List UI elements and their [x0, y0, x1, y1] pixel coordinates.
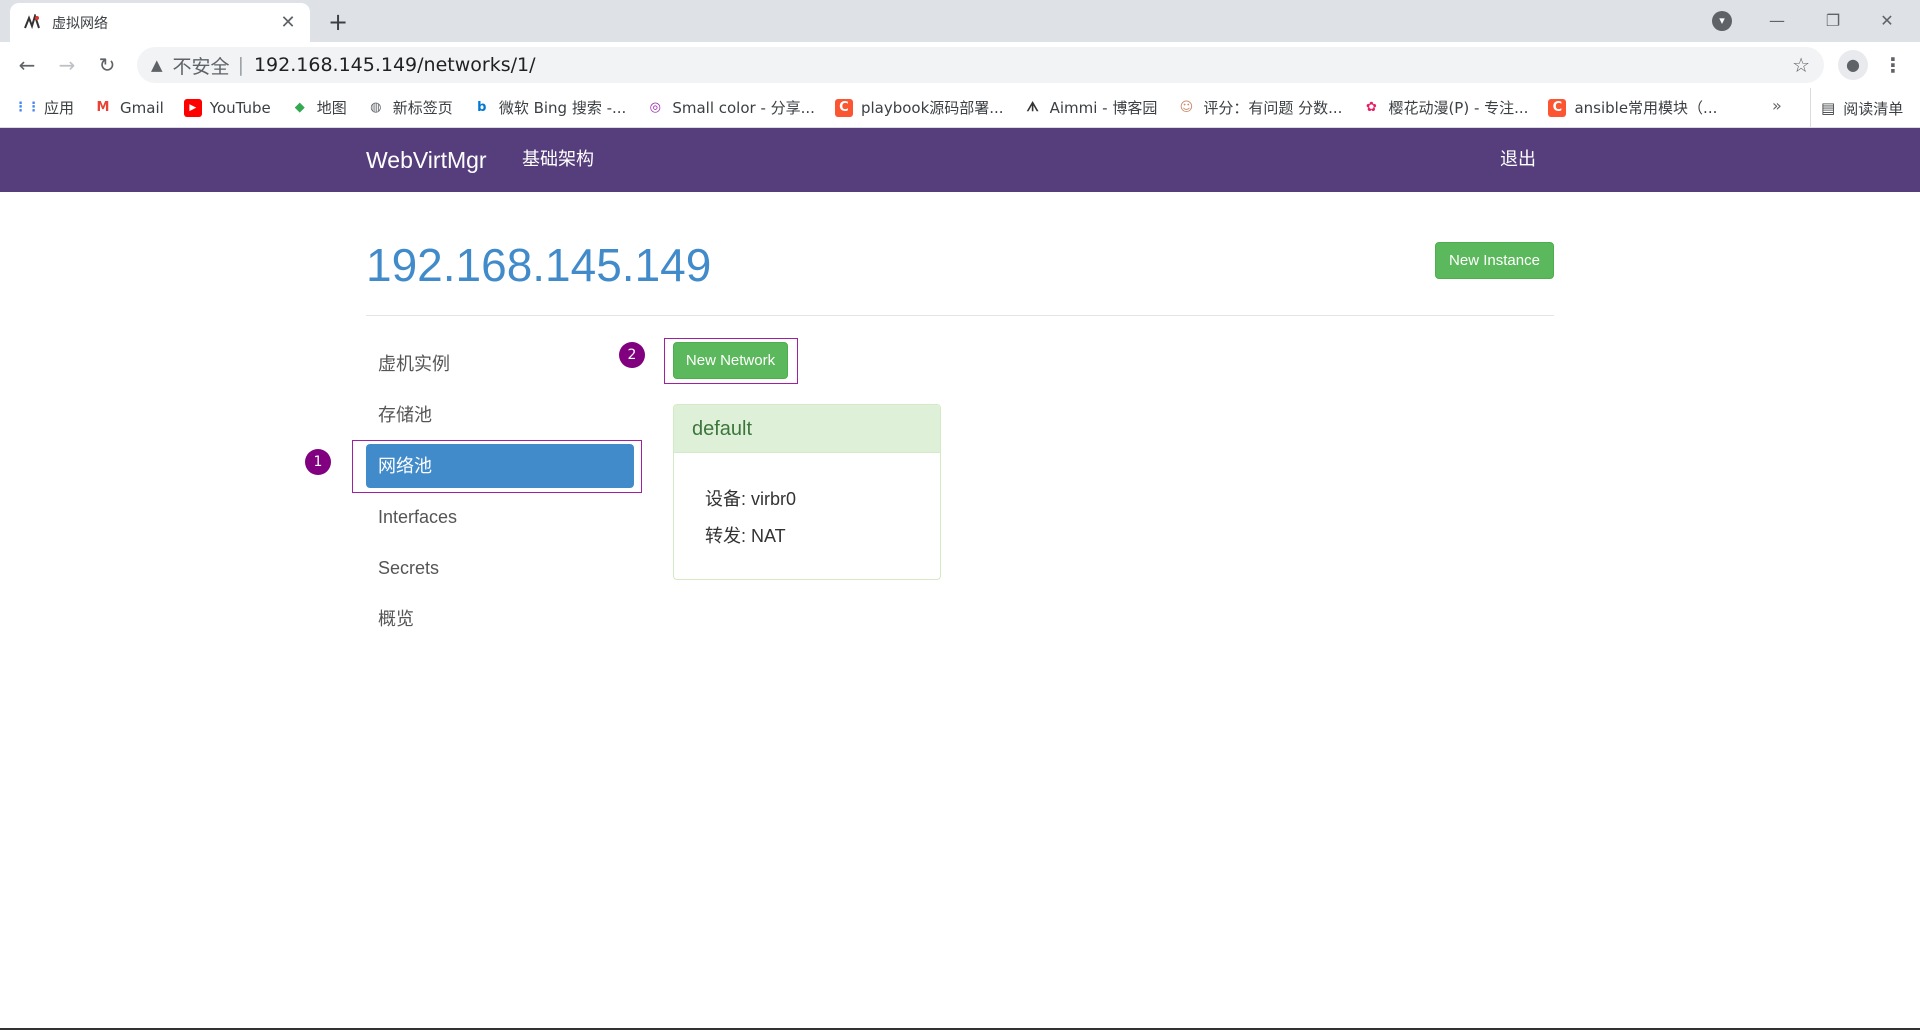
- bookmark-label: Aimmi - 博客园: [1049, 99, 1158, 117]
- account-icon[interactable]: ●: [1838, 50, 1868, 80]
- minimize-window-icon[interactable]: —: [1754, 6, 1800, 36]
- sidebar-item-instances[interactable]: 虚机实例: [366, 342, 634, 386]
- annotation-badge-2: 2: [619, 342, 645, 368]
- webvirtmgr-favicon-icon: [22, 13, 42, 33]
- forward-icon[interactable]: →: [52, 50, 82, 80]
- bing-icon: b: [477, 100, 487, 115]
- network-forward-mode: 转发: NAT: [705, 526, 786, 546]
- bookmark-label: 地图: [316, 99, 347, 117]
- bookmark-item[interactable]: ▶ YouTube: [183, 98, 271, 117]
- sidebar-item-storage[interactable]: 存储池: [366, 393, 634, 437]
- security-label[interactable]: 不安全: [173, 52, 230, 79]
- sidebar-item-overview[interactable]: 概览: [366, 597, 634, 641]
- bookmark-item[interactable]: ◍ 新标签页: [367, 97, 453, 118]
- bookmark-item[interactable]: b 微软 Bing 搜索 -...: [473, 97, 627, 118]
- smallcolor-icon: ◎: [649, 100, 661, 115]
- sidebar-nav: 虚机实例 存储池 网络池 Interfaces Secrets 概览: [366, 342, 634, 648]
- bookmark-label: Small color - 分享...: [672, 99, 815, 117]
- bookmark-label: Gmail: [120, 98, 164, 117]
- bookmark-label: 新标签页: [392, 99, 453, 117]
- annotation-badge-1: 1: [305, 449, 331, 475]
- sakura-icon: ✿: [1365, 100, 1377, 115]
- bookmark-label: 评分：有问题 分数...: [1203, 99, 1343, 117]
- sidebar-item-interfaces[interactable]: Interfaces: [366, 495, 634, 539]
- warning-icon[interactable]: ▲: [151, 56, 163, 74]
- page-title: 192.168.145.149: [366, 239, 712, 291]
- maps-icon: ◆: [294, 100, 305, 115]
- gmail-icon: M: [96, 100, 110, 115]
- bookmarks-bar: ⋮⋮ 应用 M Gmail ▶ YouTube ◆ 地图 ◍ 新标签页 b 微软 Bing 搜索 -.…: [0, 88, 1920, 128]
- reload-icon[interactable]: ↻: [92, 50, 122, 80]
- csdn-icon: C: [834, 98, 853, 117]
- bookmark-item[interactable]: ✿ 樱花动漫(P) - 专注...: [1362, 97, 1528, 118]
- sidebar-item-secrets[interactable]: Secrets: [366, 546, 634, 590]
- browser-menu-icon[interactable]: ⋮: [1880, 50, 1906, 80]
- bookmark-item[interactable]: ◎ Small color - 分享...: [646, 97, 815, 118]
- apps-grid-icon: ⋮⋮: [14, 100, 40, 115]
- tab-close-icon[interactable]: ✕: [278, 12, 298, 33]
- nav-logout-link[interactable]: 退出: [1500, 128, 1536, 192]
- bookmark-label: YouTube: [209, 98, 271, 117]
- bookmark-item[interactable]: ᗑ Aimmi - 博客园: [1024, 97, 1158, 118]
- network-device: 设备: virbr0: [705, 489, 797, 509]
- omnibox-separator: |: [237, 54, 244, 76]
- bookmark-item[interactable]: ⋮⋮ 应用: [14, 97, 75, 118]
- bookmark-label: 微软 Bing 搜索 -...: [498, 99, 627, 117]
- close-window-icon[interactable]: ✕: [1864, 6, 1910, 36]
- bookmark-label: 应用: [44, 99, 75, 117]
- network-panel-default[interactable]: default 设备: virbr0 转发: NAT: [673, 404, 941, 580]
- bookmark-item[interactable]: ☺ 评分：有问题 分数...: [1177, 97, 1343, 118]
- new-instance-button[interactable]: New Instance: [1435, 242, 1554, 279]
- reading-list-label: 阅读清单: [1843, 99, 1904, 118]
- bookmark-label: playbook源码部署...: [860, 99, 1004, 117]
- browser-toolbar: ← → ↻ ▲ 不安全 | 192.168.145.149/networks/1…: [0, 42, 1920, 88]
- reading-list-icon: ▤: [1821, 99, 1836, 117]
- new-tab-button[interactable]: +: [324, 8, 352, 36]
- tab-search-icon[interactable]: ▾: [1712, 11, 1732, 31]
- youtube-icon: ▶: [183, 98, 202, 117]
- browser-tabstrip: 虚拟网络 ✕ + ▾ — ❐ ✕: [0, 0, 1920, 42]
- network-panel-body: 设备: virbr0 转发: NAT: [674, 453, 940, 559]
- avatar-icon: ☺: [1179, 100, 1194, 115]
- bookmark-item[interactable]: ◆ 地图: [291, 97, 347, 118]
- new-network-button[interactable]: New Network: [673, 342, 788, 379]
- bookmark-item[interactable]: Cansible常用模块（...: [1548, 97, 1717, 118]
- back-icon[interactable]: ←: [12, 50, 42, 80]
- bookmark-item[interactable]: Cplaybook源码部署...: [834, 97, 1004, 118]
- bookmarks-overflow-icon[interactable]: »: [1772, 96, 1782, 115]
- bookmark-item[interactable]: M Gmail: [94, 99, 164, 117]
- globe-icon: ◍: [370, 100, 382, 115]
- csdn-icon: C: [1548, 98, 1567, 117]
- app-navbar: WebVirtMgr 基础架构 退出: [0, 128, 1920, 192]
- reading-list-button[interactable]: ▤ 阅读清单: [1810, 88, 1903, 128]
- address-bar[interactable]: ▲ 不安全 | 192.168.145.149/networks/1/ ☆: [137, 47, 1824, 83]
- restore-window-icon[interactable]: ❐: [1810, 6, 1856, 36]
- highlight-box-networks: [352, 440, 642, 493]
- bookmark-star-icon[interactable]: ☆: [1792, 53, 1810, 77]
- browser-tab-active[interactable]: 虚拟网络 ✕: [10, 3, 310, 42]
- bookmark-label: ansible常用模块（...: [1574, 99, 1718, 117]
- divider: [366, 315, 1554, 316]
- nav-infrastructure-link[interactable]: 基础架构: [522, 128, 594, 192]
- network-panel-title[interactable]: default: [674, 405, 940, 453]
- cnblogs-icon: ᗑ: [1026, 100, 1039, 115]
- brand-link[interactable]: WebVirtMgr: [366, 128, 487, 192]
- tab-title: 虚拟网络: [52, 15, 108, 32]
- bookmark-label: 樱花动漫(P) - 专注...: [1388, 99, 1529, 117]
- url-text[interactable]: 192.168.145.149/networks/1/: [254, 54, 536, 76]
